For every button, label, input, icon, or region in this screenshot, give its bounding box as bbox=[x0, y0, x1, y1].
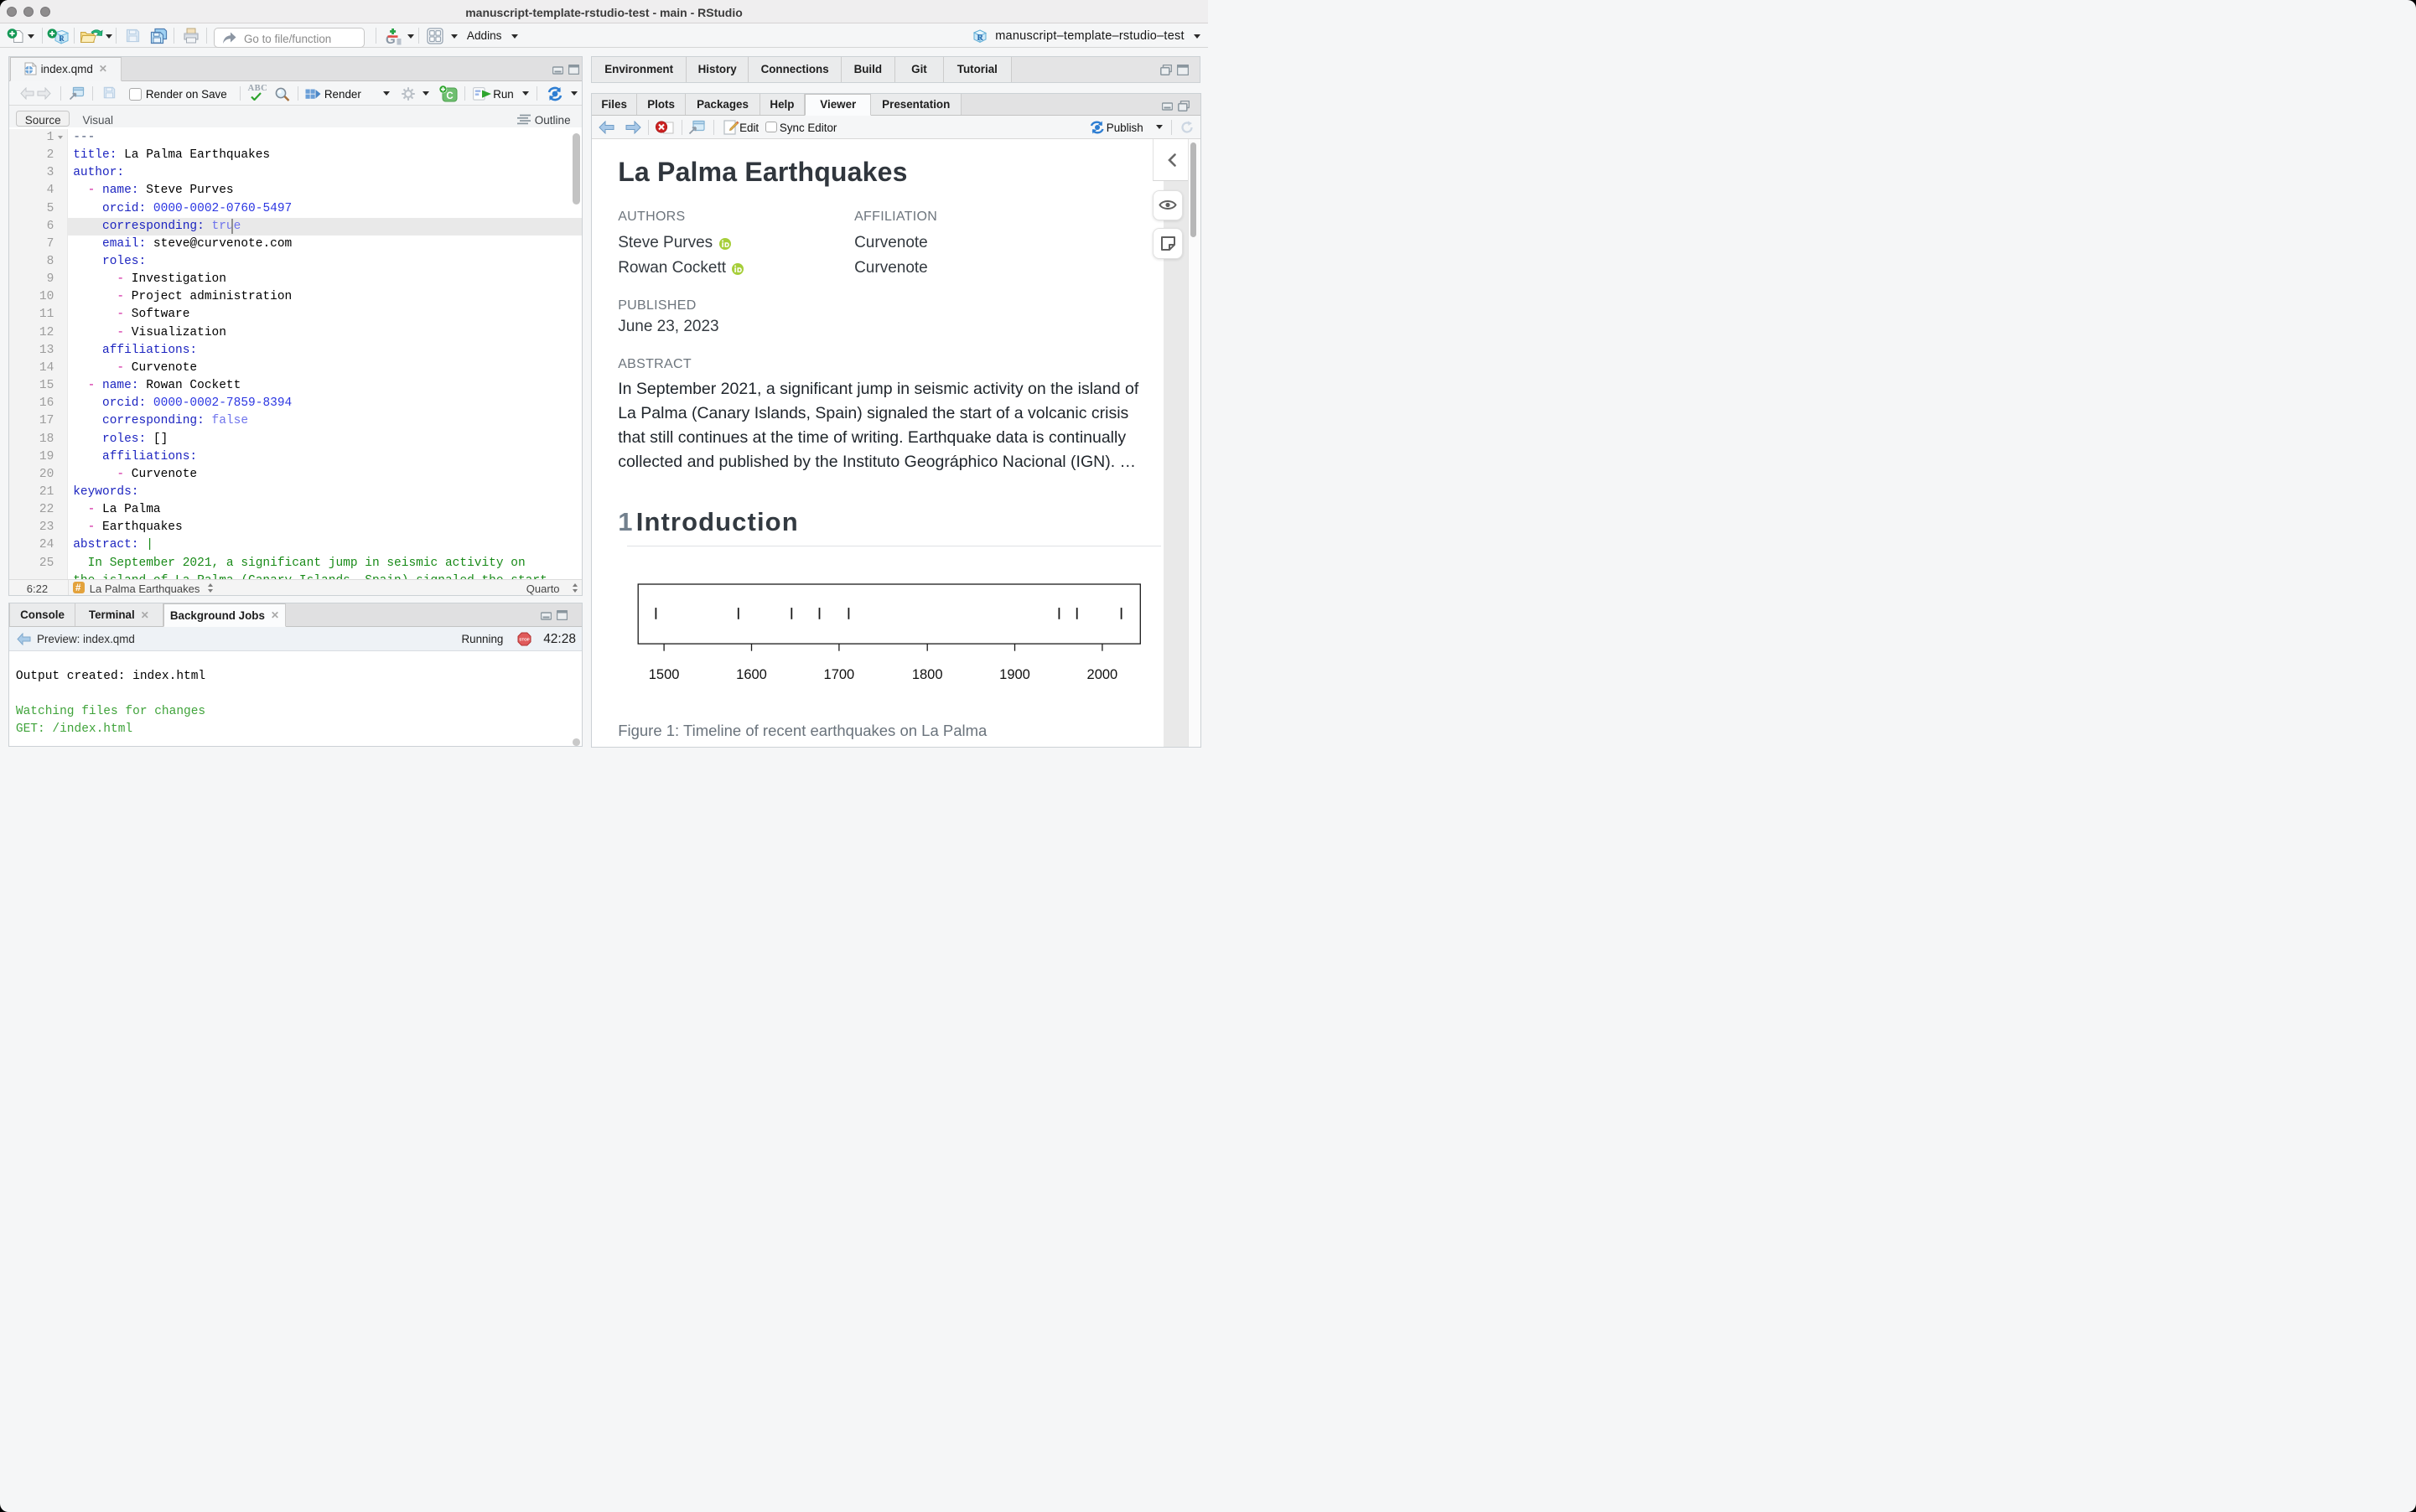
svg-text:1800: 1800 bbox=[912, 667, 943, 682]
svg-text:STOP: STOP bbox=[519, 637, 529, 641]
svg-text:C: C bbox=[446, 91, 453, 101]
svg-text:R: R bbox=[59, 34, 65, 43]
svg-text:1600: 1600 bbox=[736, 667, 767, 682]
svg-text:2000: 2000 bbox=[1087, 667, 1118, 682]
svg-text:1500: 1500 bbox=[649, 667, 680, 682]
svg-text:1900: 1900 bbox=[999, 667, 1030, 682]
svg-text:1700: 1700 bbox=[824, 667, 855, 682]
svg-text:G: G bbox=[386, 33, 396, 45]
svg-text:R: R bbox=[977, 34, 983, 43]
